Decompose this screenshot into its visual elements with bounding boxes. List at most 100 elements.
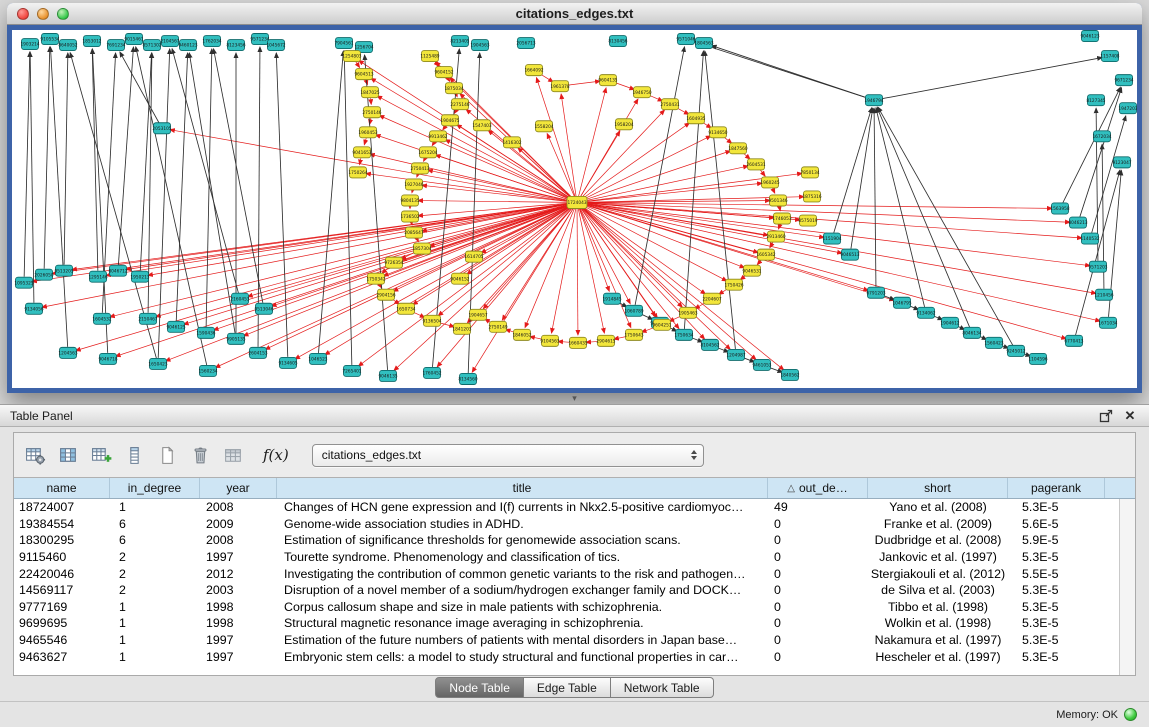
graph-node[interactable]: 1904657 [468,309,487,320]
graph-node[interactable]: 1210456 [1094,289,1113,300]
graph-node[interactable]: 2750413 [410,163,429,174]
graph-node[interactable]: 1605342 [756,249,775,260]
graph-node[interactable]: 9726354 [384,257,403,268]
graph-node[interactable]: 9046513 [840,249,859,260]
column-header-short[interactable]: short [868,478,1008,498]
delete-table-button[interactable] [187,442,213,468]
graph-node[interactable]: 9046135 [378,370,397,381]
graph-node[interactable]: 1295146 [88,271,107,282]
graph-node[interactable]: 1958204 [614,119,633,130]
function-builder-button[interactable]: f(x) [263,446,289,464]
close-window-button[interactable] [17,8,29,20]
graph-node[interactable]: 1675204 [418,147,437,158]
table-options-button[interactable] [22,442,48,468]
graph-node[interactable]: 2604153 [248,347,267,358]
graph-node[interactable]: 2913460 [766,231,785,242]
float-panel-icon[interactable] [1097,408,1115,424]
graph-node[interactable]: 9513046 [254,303,273,314]
graph-node[interactable]: 2053105 [152,123,171,134]
graph-node[interactable]: 1875034 [444,83,463,94]
graph-node[interactable]: 1560234 [198,365,217,376]
graph-node[interactable]: 2904156 [376,289,395,300]
graph-node[interactable]: 1841203 [452,323,471,334]
graph-node[interactable]: 1904675 [440,115,459,126]
graph-node[interactable]: 1604935 [686,113,705,124]
single-column-button[interactable] [121,442,147,468]
graph-node[interactable]: 2604531 [746,159,765,170]
create-column-button[interactable] [88,442,114,468]
graph-node[interactable]: 1905463 [678,307,697,318]
graph-node[interactable]: 1416302 [502,137,521,148]
graph-node[interactable]: 1590436 [196,327,215,338]
column-header-in_degree[interactable]: in_degree [110,478,200,498]
graph-node[interactable]: 1847025 [360,87,379,98]
graph-node[interactable]: 1840562 [780,369,799,380]
graph-node[interactable]: 2160453 [230,293,249,304]
graph-node[interactable]: 1060789 [624,305,643,316]
graph-node[interactable]: 1914845 [602,293,621,304]
graph-node[interactable]: 9905135 [226,333,245,344]
graph-node[interactable]: 8640052 [58,40,77,51]
graph-node[interactable]: 1875316 [802,191,821,202]
graph-node[interactable]: 1045672 [266,40,285,51]
tab-node-table[interactable]: Node Table [435,677,524,698]
close-panel-icon[interactable]: ✕ [1121,408,1139,424]
graph-node[interactable]: 1853012 [82,36,101,47]
graph-node[interactable]: 7691234 [106,40,125,51]
graph-node[interactable]: 8575019 [798,215,817,226]
graph-node-hub[interactable]: 1724043 [567,196,587,208]
graph-node[interactable]: 8123456 [226,40,245,51]
graph-node[interactable]: 9046718 [98,353,117,364]
graph-node[interactable]: 8213405 [450,36,469,47]
graph-node[interactable]: 1671034 [1098,317,1117,328]
graph-node[interactable]: 1762034 [202,36,221,47]
table-row[interactable]: 911546021997Tourette syndrome. Phenomeno… [14,549,1135,566]
splitter-grip-icon[interactable]: ▾ [572,394,577,403]
graph-node[interactable]: 1947203 [1118,103,1137,114]
graph-node[interactable]: 6791203 [866,287,885,298]
new-table-button[interactable] [154,442,180,468]
graph-node[interactable]: 1614705 [464,251,483,262]
graph-node[interactable]: 1157408 [1100,51,1119,62]
graph-node[interactable]: 1960453 [358,127,377,138]
graph-node[interactable]: 2026050 [34,269,53,280]
graph-node[interactable]: 1736502 [400,211,419,222]
graph-node[interactable]: 9513205 [54,265,73,276]
graph-node[interactable]: 2750149 [488,321,507,332]
graph-node[interactable]: 7850134 [800,167,819,178]
graph-node[interactable]: 9136504 [422,315,441,326]
graph-node[interactable]: 9604251 [652,319,671,330]
graph-node[interactable]: 1547403 [472,120,491,131]
graph-node[interactable]: 9134062 [916,307,935,318]
graph-node[interactable]: 1604532 [92,313,111,324]
graph-node[interactable]: 9134650 [708,127,727,138]
graph-node[interactable]: 1140532 [1080,233,1099,244]
graph-node[interactable]: 1046795 [892,297,911,308]
graph-node[interactable]: 1104596 [1028,353,1047,364]
table-row[interactable]: 1830029562008Estimation of significance … [14,532,1135,549]
graph-node[interactable]: 1946750 [632,87,651,98]
table-row[interactable]: 969969511998Structural magnetic resonanc… [14,615,1135,632]
graph-node[interactable]: 8127345 [1086,95,1105,106]
graph-node[interactable]: 1903214 [20,39,39,50]
graph-node[interactable]: 9571203 [1088,261,1107,272]
minimize-window-button[interactable] [37,8,49,20]
graph-node[interactable]: 1904563 [470,40,489,51]
graph-node[interactable]: 1846052 [512,329,531,340]
graph-node[interactable]: 1760452 [422,367,441,378]
graph-node[interactable]: 9913462 [428,131,447,142]
graph-node[interactable]: 8046213 [1068,217,1087,228]
graph-node[interactable]: 2085647 [404,227,423,238]
graph-node[interactable]: 2904615 [596,335,615,346]
graph-node[interactable]: 2750431 [660,99,679,110]
tab-network-table[interactable]: Network Table [611,677,714,698]
graph-node[interactable]: 8130456 [608,36,627,47]
graph-node[interactable]: 8046134 [962,327,981,338]
graph-node[interactable]: 9671234 [1114,75,1133,86]
graph-node[interactable]: 9046152 [450,273,469,284]
graph-node[interactable]: 2275146 [450,99,469,110]
graph-node[interactable]: 1672034 [1092,131,1111,142]
graph-node[interactable]: 1660435 [568,337,587,348]
graph-node[interactable]: 9245012 [1006,345,1025,356]
graph-node[interactable]: 9134605 [278,357,297,368]
